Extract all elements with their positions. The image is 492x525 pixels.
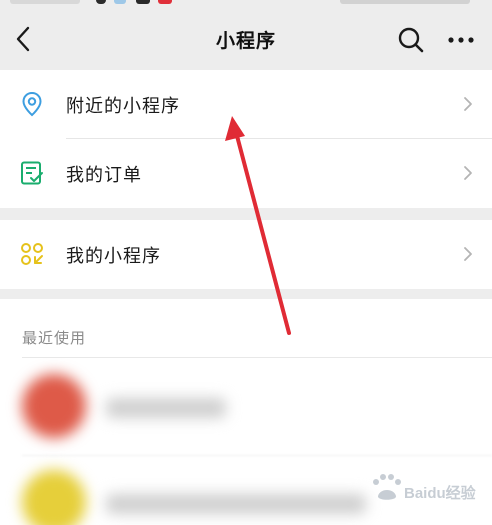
status-icon [114,0,126,4]
status-indicators [340,0,470,4]
search-icon [398,27,424,53]
chevron-right-icon [458,94,478,114]
mini-program-name-blurred [106,494,366,514]
menu-item-label: 我的小程序 [66,246,161,267]
menu-item-label: 我的订单 [66,165,142,186]
mini-program-name-blurred [106,398,226,418]
chevron-right-icon [458,244,478,264]
chevron-left-icon [16,26,30,52]
mini-program-avatar [22,470,86,525]
more-button[interactable] [444,25,478,55]
recent-mini-program-item[interactable] [0,366,492,456]
status-time [10,0,80,4]
section-separator [0,289,492,299]
svg-text:Baidu经验: Baidu经验 [404,484,477,502]
status-icon [96,0,106,4]
location-pin-icon [18,90,46,118]
menu-item-my-orders[interactable]: 我的订单 [0,139,492,207]
page-title: 小程序 [215,30,276,52]
more-horizontal-icon [448,37,474,43]
status-icon [158,0,172,4]
search-button[interactable] [395,25,427,55]
recent-section-title: 最近使用 [22,329,87,347]
order-list-icon [18,159,46,187]
chevron-right-icon [458,163,478,183]
menu-item-label: 附近的小程序 [66,96,180,117]
status-bar [0,0,492,8]
mini-program-avatar [22,374,86,438]
divider [22,357,492,358]
divider [22,455,492,456]
menu-item-my-mini-programs[interactable]: 我的小程序 [0,220,492,288]
menu-item-nearby-mini-programs[interactable]: 附近的小程序 [0,70,492,138]
back-button[interactable] [8,22,38,56]
section-separator [0,208,492,220]
navigation-bar: 小程序 [0,8,492,70]
top-bar: 小程序 [0,0,492,70]
status-icon [136,0,150,4]
mini-program-grid-icon [18,240,46,268]
baidu-watermark-logo: Baidu经验 [368,470,478,510]
